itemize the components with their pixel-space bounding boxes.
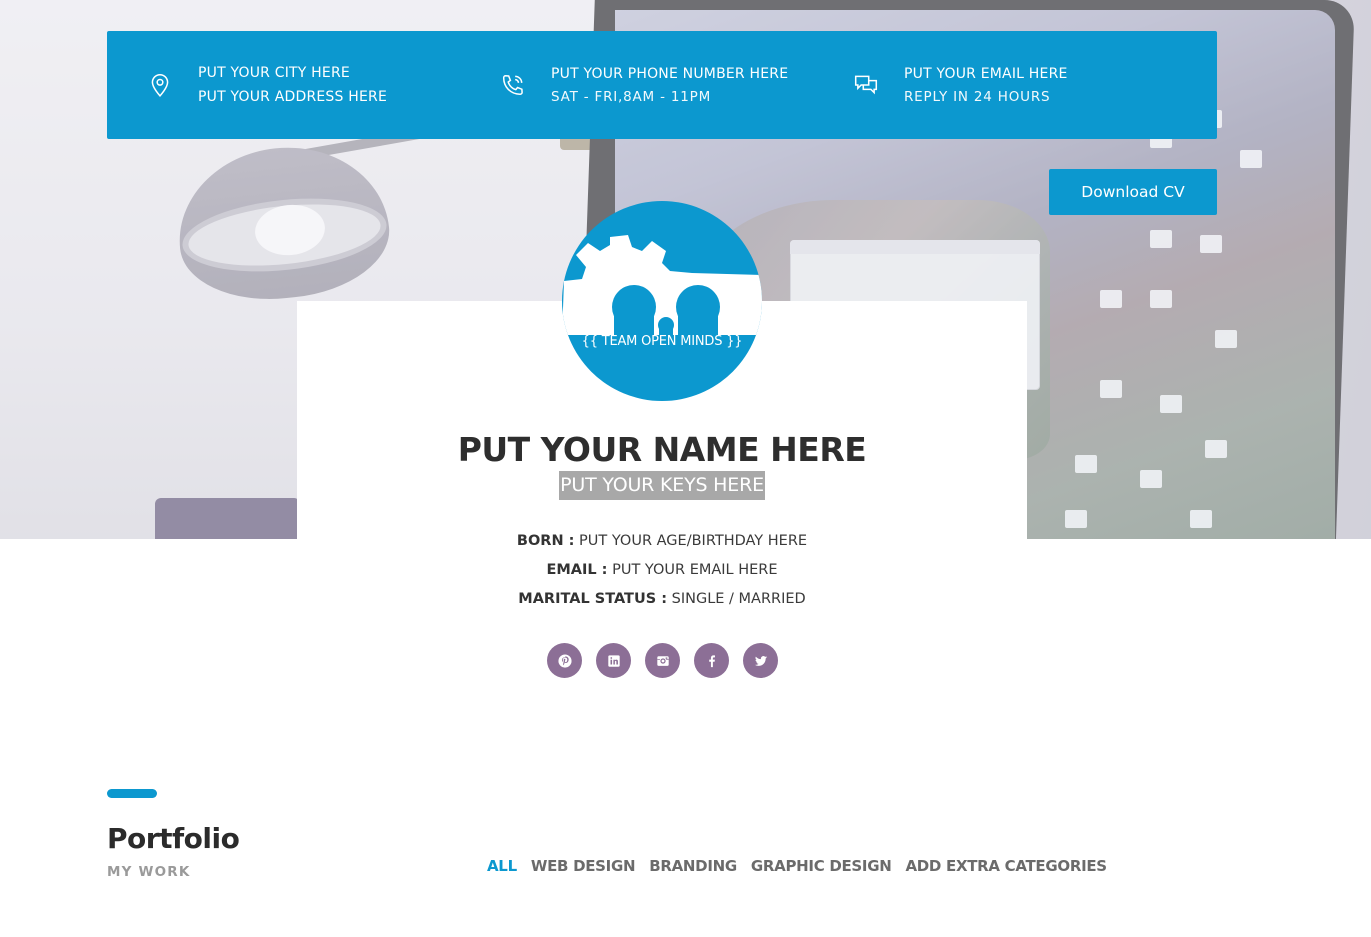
facebook-link[interactable] — [694, 643, 729, 678]
instagram-link[interactable] — [645, 643, 680, 678]
twitter-link[interactable] — [743, 643, 778, 678]
pinterest-link[interactable] — [547, 643, 582, 678]
contact-phone: PUT YOUR PHONE NUMBER HERE SAT - FRI,8AM… — [497, 31, 788, 139]
linkedin-icon — [607, 654, 620, 667]
filter-graphic-design[interactable]: GRAPHIC DESIGN — [751, 857, 892, 875]
portfolio-filters: ALL WEB DESIGN BRANDING GRAPHIC DESIGN A… — [487, 857, 1107, 875]
info-email: EMAIL : PUT YOUR EMAIL HERE — [297, 562, 1027, 578]
contact-reply-time: REPLY IN 24 HOURS — [904, 89, 1051, 105]
facebook-icon — [708, 654, 715, 667]
chat-bubbles-icon — [850, 69, 882, 101]
phone-icon — [497, 69, 529, 101]
profile-keys: PUT YOUR KEYS HERE — [559, 471, 765, 500]
contact-phone-number: PUT YOUR PHONE NUMBER HERE — [551, 66, 789, 82]
download-cv-button[interactable]: Download CV — [1049, 169, 1217, 215]
profile-keys-wrapper: PUT YOUR KEYS HERE — [297, 471, 1027, 500]
info-born: BORN : PUT YOUR AGE/BIRTHDAY HERE — [297, 533, 1027, 549]
social-links — [547, 643, 778, 678]
contact-address: PUT YOUR ADDRESS HERE — [198, 89, 388, 105]
profile-name: PUT YOUR NAME HERE — [457, 430, 867, 469]
info-marital-label: MARITAL STATUS : — [518, 591, 668, 607]
twitter-icon — [754, 655, 767, 666]
filter-web-design[interactable]: WEB DESIGN — [531, 857, 636, 875]
contact-email: PUT YOUR EMAIL HERE REPLY IN 24 HOURS — [850, 31, 1068, 139]
contact-location: PUT YOUR CITY HERE PUT YOUR ADDRESS HERE — [144, 31, 387, 139]
contact-hours: SAT - FRI,8AM - 11PM — [551, 89, 712, 105]
info-email-value: PUT YOUR EMAIL HERE — [612, 562, 778, 578]
filter-all[interactable]: ALL — [487, 857, 517, 875]
portfolio-accent-line — [107, 789, 157, 798]
info-born-value: PUT YOUR AGE/BIRTHDAY HERE — [579, 533, 808, 549]
info-email-label: EMAIL : — [546, 562, 608, 578]
filter-branding[interactable]: BRANDING — [649, 857, 737, 875]
map-pin-icon — [144, 69, 176, 101]
team-open-minds-logo — [562, 235, 762, 337]
avatar-logo-text: {{ TEAM OPEN MINDS }} — [581, 334, 743, 349]
instagram-icon — [656, 655, 669, 666]
avatar: {{ TEAM OPEN MINDS }} — [562, 201, 762, 401]
linkedin-link[interactable] — [596, 643, 631, 678]
contact-city: PUT YOUR CITY HERE — [198, 65, 350, 81]
pinterest-icon — [557, 653, 572, 668]
filter-add-extra-categories[interactable]: ADD EXTRA CATEGORIES — [905, 857, 1107, 875]
contact-bar: PUT YOUR CITY HERE PUT YOUR ADDRESS HERE… — [107, 31, 1217, 139]
contact-email-address: PUT YOUR EMAIL HERE — [904, 66, 1068, 82]
info-marital-value: SINGLE / MARRIED — [671, 591, 806, 607]
portfolio-title: Portfolio — [107, 822, 240, 855]
portfolio-subtitle: MY WORK — [107, 864, 191, 880]
info-marital: MARITAL STATUS : SINGLE / MARRIED — [297, 591, 1027, 607]
info-born-label: BORN : — [516, 533, 575, 549]
